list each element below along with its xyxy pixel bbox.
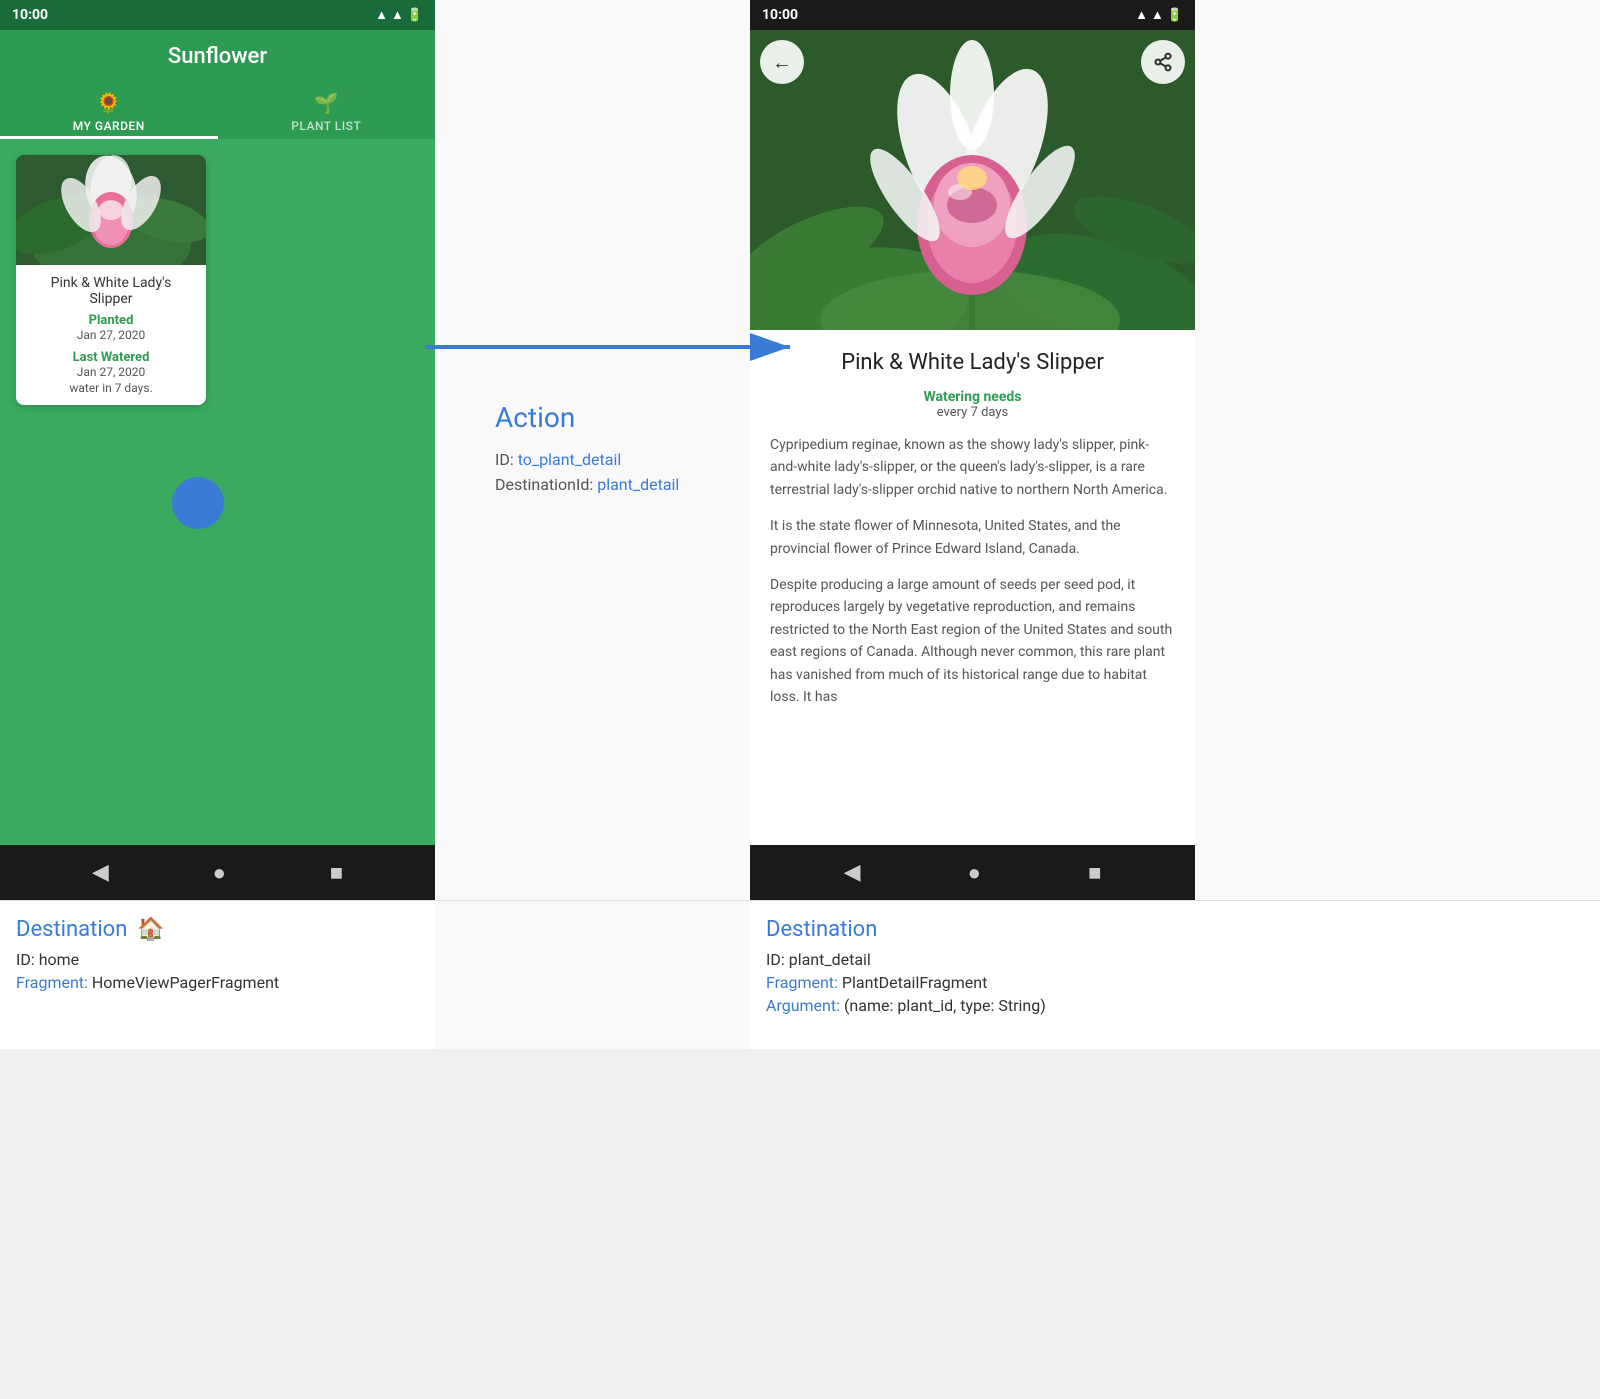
- dest-left-frag-label: Fragment:: [16, 973, 88, 992]
- nav-home-right[interactable]: ●: [968, 860, 981, 886]
- status-icons-left: ▲ ▲ 🔋: [375, 7, 423, 23]
- dest-left-title-text: Destination: [16, 917, 127, 942]
- dest-left-id-label: ID:: [16, 950, 35, 969]
- planted-date: Jan 27, 2020: [28, 328, 194, 342]
- dest-right-id-value: plant_detail: [789, 950, 871, 969]
- dest-right-title: Destination: [766, 917, 1584, 942]
- dest-right-id: ID: plant_detail: [766, 950, 1584, 969]
- plant-name: Pink & White Lady's Slipper: [28, 275, 194, 307]
- battery-icon: 🔋: [407, 8, 423, 23]
- dest-left-fragment: Fragment: HomeViewPagerFragment: [16, 973, 419, 992]
- watered-label: Last Watered: [28, 350, 194, 365]
- action-id-value: to_plant_detail: [518, 450, 622, 469]
- detail-content: Pink & White Lady's Slipper Watering nee…: [750, 330, 1195, 845]
- tab-bar: 🌻 MY GARDEN 🌱 PLANT LIST: [0, 83, 435, 139]
- tab-my-garden[interactable]: 🌻 MY GARDEN: [0, 83, 218, 139]
- status-icons-right: ▲ ▲ 🔋: [1135, 7, 1183, 23]
- action-box: Action ID: to_plant_detail DestinationId…: [465, 401, 720, 500]
- watering-needs-value: every 7 days: [770, 405, 1175, 420]
- status-bar-right: 10:00 ▲ ▲ 🔋: [750, 0, 1195, 30]
- dest-right-fragment: Fragment: PlantDetailFragment: [766, 973, 1584, 992]
- action-title: Action: [495, 401, 720, 434]
- dest-left-id-value: home: [39, 950, 79, 969]
- action-arrow: [425, 320, 805, 375]
- desc-p1: Cypripedium reginae, known as the showy …: [770, 434, 1175, 501]
- planted-label: Planted: [28, 313, 194, 328]
- status-bar-left: 10:00 ▲ ▲ 🔋: [0, 0, 435, 30]
- dest-right-frag-label: Fragment:: [766, 973, 838, 992]
- orchid-detail-image: [750, 30, 1195, 330]
- dest-right-id-label: ID:: [766, 950, 785, 969]
- dest-left-frag-value: HomeViewPagerFragment: [92, 973, 279, 992]
- bottom-middle-spacer: [435, 901, 750, 1049]
- nav-square-right[interactable]: ■: [1088, 860, 1101, 886]
- dest-right-arg-value: (name: plant_id, type: String): [844, 996, 1046, 1015]
- dest-right-arg-label: Argument:: [766, 996, 840, 1015]
- action-id: ID: to_plant_detail: [495, 450, 720, 469]
- nav-square-left[interactable]: ■: [330, 860, 343, 886]
- nav-home-left[interactable]: ●: [213, 860, 226, 886]
- nav-back-left[interactable]: ◀: [92, 860, 109, 885]
- watering-needs-label: Watering needs: [770, 389, 1175, 405]
- detail-title: Pink & White Lady's Slipper: [770, 350, 1175, 375]
- nav-back-right[interactable]: ◀: [844, 860, 861, 885]
- dest-left-title: Destination 🏠: [16, 917, 419, 942]
- touch-indicator: [172, 477, 224, 529]
- plant-card[interactable]: Pink & White Lady's Slipper Planted Jan …: [16, 155, 206, 405]
- share-button[interactable]: [1141, 40, 1185, 84]
- nav-bar-left: ◀ ● ■: [0, 845, 435, 900]
- plant-list-icon: 🌱: [314, 91, 339, 115]
- action-dest-label: DestinationId:: [495, 475, 593, 494]
- destination-right: Destination ID: plant_detail Fragment: P…: [750, 901, 1600, 1049]
- watered-date: Jan 27, 2020: [28, 365, 194, 379]
- time-right: 10:00: [762, 7, 798, 23]
- dest-right-frag-value: PlantDetailFragment: [842, 973, 987, 992]
- action-id-label: ID:: [495, 450, 514, 469]
- home-icon: 🏠: [137, 917, 164, 942]
- desc-p2: It is the state flower of Minnesota, Uni…: [770, 515, 1175, 560]
- dest-right-title-text: Destination: [766, 917, 877, 942]
- action-dest-value: plant_detail: [597, 475, 679, 494]
- wifi-icon-right: ▲: [1135, 7, 1148, 23]
- battery-icon-right: 🔋: [1167, 8, 1183, 23]
- garden-content: Pink & White Lady's Slipper Planted Jan …: [0, 139, 435, 845]
- wifi-icon: ▲: [375, 7, 388, 23]
- tab-plant-list[interactable]: 🌱 PLANT LIST: [218, 83, 436, 139]
- detail-header-image: ←: [750, 30, 1195, 330]
- app-title: Sunflower: [0, 30, 435, 83]
- back-button[interactable]: ←: [760, 40, 804, 84]
- signal-icon-right: ▲: [1151, 7, 1164, 23]
- water-reminder: water in 7 days.: [28, 381, 194, 395]
- dest-right-argument: Argument: (name: plant_id, type: String): [766, 996, 1584, 1015]
- nav-bar-right: ◀ ● ■: [750, 845, 1195, 900]
- time-left: 10:00: [12, 7, 48, 23]
- desc-p3: Despite producing a large amount of seed…: [770, 574, 1175, 708]
- tab-plant-list-label: PLANT LIST: [291, 119, 361, 133]
- detail-description: Cypripedium reginae, known as the showy …: [770, 434, 1175, 708]
- plant-card-body: Pink & White Lady's Slipper Planted Jan …: [16, 265, 206, 405]
- plant-card-image: [16, 155, 206, 265]
- dest-left-id: ID: home: [16, 950, 419, 969]
- my-garden-icon: 🌻: [96, 91, 121, 115]
- destination-left: Destination 🏠 ID: home Fragment: HomeVie…: [0, 901, 435, 1049]
- action-destination-id: DestinationId: plant_detail: [495, 475, 720, 494]
- tab-my-garden-label: MY GARDEN: [73, 119, 145, 133]
- signal-icon: ▲: [391, 7, 404, 23]
